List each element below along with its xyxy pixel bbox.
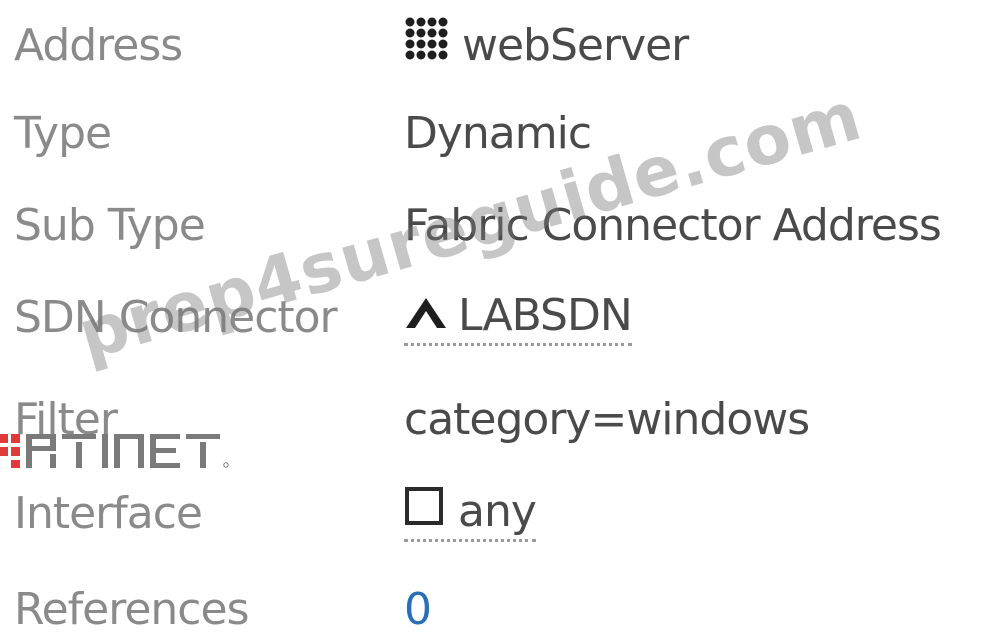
address-details-panel: Address webServer Type Dynamic Sub Type … (0, 0, 1002, 639)
sub-type-label: Sub Type (14, 200, 206, 251)
filter-value: category=windows (404, 394, 810, 445)
row-sdn-connector: SDN Connector LABSDN (0, 272, 1002, 364)
sdn-connector-icon (404, 291, 448, 341)
row-sub-type: Sub Type Fabric Connector Address (0, 180, 1002, 272)
row-type: Type Dynamic (0, 88, 1002, 180)
fortinet-logo (0, 424, 300, 474)
row-interface: Interface any (0, 468, 1002, 560)
row-address: Address webServer (0, 0, 1002, 92)
type-label: Type (14, 108, 112, 159)
address-value: webServer (404, 0, 689, 92)
sub-type-value: Fabric Connector Address (404, 200, 942, 251)
type-value: Dynamic (404, 108, 592, 159)
sdn-connector-label: SDN Connector (14, 292, 338, 343)
row-references: References 0 (0, 564, 1002, 639)
interface-square-icon (404, 486, 444, 537)
references-label: References (14, 584, 249, 635)
interface-label: Interface (14, 488, 203, 539)
address-label: Address (14, 20, 183, 71)
sdn-connector-value[interactable]: LABSDN (404, 272, 633, 364)
sdn-connector-link[interactable]: LABSDN (458, 290, 633, 341)
references-count-link[interactable]: 0 (404, 564, 432, 639)
address-name-text: webServer (462, 20, 689, 71)
interface-link[interactable]: any (458, 486, 537, 537)
address-grid-icon (404, 0, 448, 92)
interface-value[interactable]: any (404, 468, 537, 560)
